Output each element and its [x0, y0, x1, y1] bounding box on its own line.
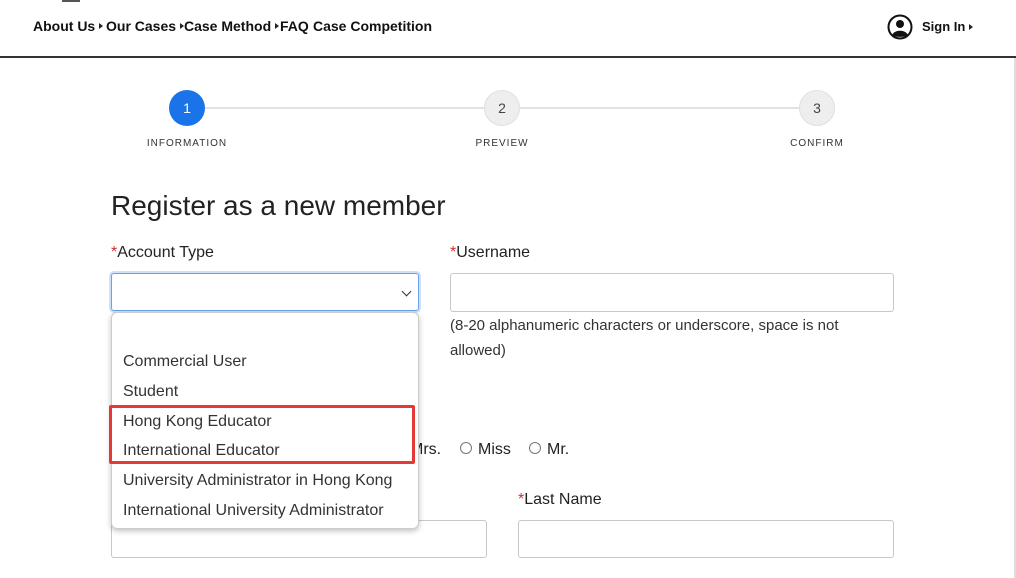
step-3-label: CONFIRM [790, 138, 844, 149]
caret-right-icon [275, 23, 280, 30]
title-radio-mr[interactable]: Mr. [529, 441, 569, 459]
last-name-label: *Last Name [518, 491, 602, 509]
user-account-icon[interactable] [887, 14, 913, 40]
username-label: *Username [450, 244, 530, 262]
title-radio-mr-label: Mr. [547, 441, 570, 458]
caret-right-icon [969, 23, 974, 30]
title-radio-miss[interactable]: Miss [460, 441, 511, 459]
logo-fragment [62, 0, 80, 2]
sign-in-link[interactable]: Sign In [922, 19, 974, 34]
nav-divider [0, 56, 1016, 58]
stepper-line [205, 107, 484, 109]
nav-case-competition[interactable]: Case Competition [313, 18, 432, 34]
last-name-input[interactable] [518, 520, 894, 558]
radio-button[interactable] [529, 441, 541, 454]
step-2-number: 2 [498, 100, 506, 116]
step-1-number: 1 [183, 100, 191, 116]
nav-faq-label: FAQ [280, 18, 309, 34]
stepper-line [520, 107, 799, 109]
nav-about-us-label: About Us [33, 18, 96, 34]
dropdown-option[interactable]: Student [123, 383, 178, 401]
username-hint: (8-20 alphanumeric characters or undersc… [450, 317, 839, 359]
step-2-circle: 2 [484, 90, 520, 126]
nav-faq[interactable]: FAQ [280, 18, 309, 34]
radio-button[interactable] [460, 441, 472, 454]
step-2-label: PREVIEW [475, 138, 529, 149]
last-name-label-text: Last Name [524, 491, 602, 508]
username-label-text: Username [456, 244, 531, 261]
nav-case-competition-label: Case Competition [313, 18, 433, 34]
username-input[interactable] [450, 273, 894, 312]
account-type-select[interactable] [111, 273, 419, 311]
step-3-number: 3 [813, 100, 821, 116]
step-1-label: INFORMATION [146, 138, 228, 149]
dropdown-option[interactable]: International University Administrator [123, 502, 384, 520]
step-1-circle: 1 [169, 90, 205, 126]
title-radio-miss-label: Miss [478, 441, 511, 458]
nav-our-cases[interactable]: Our Cases [106, 18, 185, 34]
account-type-label-text: Account Type [117, 244, 214, 261]
step-3-circle: 3 [799, 90, 835, 126]
page-title: Register as a new member [111, 190, 446, 221]
dropdown-option[interactable]: University Administrator in Hong Kong [123, 472, 392, 490]
nav-about-us[interactable]: About Us [33, 18, 104, 34]
chevron-down-icon [401, 286, 412, 297]
dropdown-option-empty[interactable] [123, 331, 403, 349]
sign-in-label: Sign In [922, 19, 966, 34]
dropdown-option[interactable]: Commercial User [123, 353, 247, 371]
account-type-label: *Account Type [111, 244, 214, 262]
nav-our-cases-label: Our Cases [106, 18, 177, 34]
nav-case-method[interactable]: Case Method [184, 18, 280, 34]
nav-case-method-label: Case Method [184, 18, 272, 34]
caret-right-icon [99, 23, 104, 30]
highlight-box [109, 405, 415, 464]
